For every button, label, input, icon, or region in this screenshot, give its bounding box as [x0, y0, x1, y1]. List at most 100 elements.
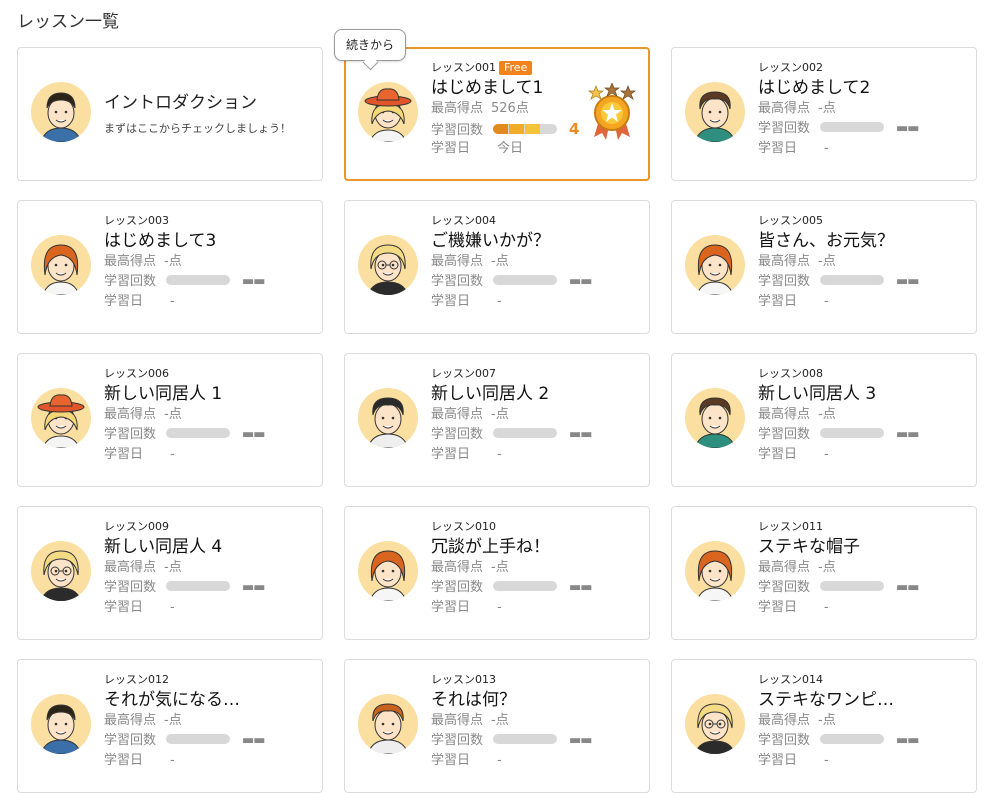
best-score-value: -点 [164, 713, 182, 728]
study-date-row: 学習日 - [104, 292, 314, 312]
study-date-row: 学習日 - [104, 751, 314, 771]
study-progress-bar [166, 581, 230, 591]
lesson-card[interactable]: レッスン014 ステキなワンピ… 最高得点 -点 学習回数 ▬▬ 学習日 - [671, 659, 977, 793]
lesson-number-line: レッスン008 [758, 367, 968, 381]
intro-card[interactable]: イントロダクションまずはここからチェックしましょう！ [17, 47, 323, 181]
progress-segment [493, 124, 508, 134]
lesson-title: ステキなワンピ… [758, 690, 894, 710]
lesson-number-line: レッスン011 [758, 520, 968, 534]
character-avatar [31, 541, 91, 601]
best-score-value: -点 [818, 254, 836, 269]
best-score-value: -点 [491, 254, 509, 269]
lesson-number-line: レッスン012 [104, 673, 314, 687]
study-date-label: 学習日 [431, 294, 471, 309]
lesson-number: レッスン005 [758, 214, 823, 227]
lesson-card[interactable]: レッスン011 ステキな帽子 最高得点 -点 学習回数 ▬▬ 学習日 - [671, 506, 977, 640]
study-date-row: 学習日 - [758, 445, 968, 465]
lesson-card[interactable]: レッスン010 冗談が上手ね！ 最高得点 -点 学習回数 ▬▬ 学習日 - [344, 506, 650, 640]
study-count-label: 学習回数 [758, 733, 811, 748]
lesson-number-line: レッスン002 [758, 61, 968, 75]
best-score-label: 最高得点 [104, 560, 157, 575]
lesson-card[interactable]: レッスン008 新しい同居人 3 最高得点 -点 学習回数 ▬▬ 学習日 - [671, 353, 977, 487]
study-count-label: 学習回数 [431, 123, 484, 138]
best-score-row: 最高得点 -点 [758, 405, 968, 425]
study-date-label: 学習日 [758, 600, 798, 615]
study-count-empty: ▬▬ [242, 427, 266, 442]
lesson-card[interactable]: レッスン013 それは何？ 最高得点 -点 学習回数 ▬▬ 学習日 - [344, 659, 650, 793]
lesson-card[interactable]: レッスン006 新しい同居人 1 最高得点 -点 学習回数 ▬▬ 学習日 - [17, 353, 323, 487]
study-count-row: 学習回数 ▬▬ [758, 119, 968, 139]
study-count-empty: ▬▬ [242, 580, 266, 595]
study-date-value: - [497, 600, 502, 615]
study-date-label: 学習日 [431, 753, 471, 768]
lesson-card[interactable]: レッスン002 はじめまして2 最高得点 -点 学習回数 ▬▬ 学習日 - [671, 47, 977, 181]
best-score-row: 最高得点 -点 [758, 558, 968, 578]
study-date-value: - [497, 753, 502, 768]
lesson-title: 新しい同居人 4 [104, 537, 223, 557]
page-title: レッスン一覧 [17, 12, 119, 32]
lesson-title: はじめまして3 [104, 231, 217, 251]
best-score-value: -点 [164, 560, 182, 575]
study-date-value: - [170, 447, 175, 462]
study-progress-bar [166, 275, 230, 285]
intro-subtitle: まずはここからチェックしましょう！ [104, 122, 291, 135]
best-score-value: -点 [491, 713, 509, 728]
study-count-label: 学習回数 [104, 733, 157, 748]
lesson-card[interactable]: レッスン001 Free はじめまして1 最高得点 526点 学習回数 4 学習日 今日 [344, 47, 650, 181]
lesson-number: レッスン008 [758, 367, 823, 380]
study-count-empty: ▬▬ [896, 121, 920, 136]
resume-tooltip[interactable]: 続きから [334, 29, 406, 61]
character-avatar [685, 541, 745, 601]
study-date-row: 学習日 - [104, 445, 314, 465]
study-date-value: 今日 [497, 141, 524, 156]
character-avatar [685, 694, 745, 754]
best-score-row: 最高得点 -点 [758, 252, 968, 272]
best-score-label: 最高得点 [758, 560, 811, 575]
character-avatar [31, 388, 91, 448]
lesson-info: レッスン002 はじめまして2 最高得点 -点 学習回数 ▬▬ 学習日 - [758, 61, 968, 159]
lesson-card[interactable]: レッスン007 新しい同居人 2 最高得点 -点 学習回数 ▬▬ 学習日 - [344, 353, 650, 487]
lesson-info: レッスン013 それは何？ 最高得点 -点 学習回数 ▬▬ 学習日 - [431, 673, 641, 771]
study-date-label: 学習日 [104, 753, 144, 768]
study-date-label: 学習日 [431, 600, 471, 615]
study-date-value: - [497, 294, 502, 309]
study-progress-bar [820, 275, 884, 285]
study-count-label: 学習回数 [104, 427, 157, 442]
study-date-label: 学習日 [104, 294, 144, 309]
study-date-value: - [170, 294, 175, 309]
lesson-number: レッスン003 [104, 214, 169, 227]
study-date-label: 学習日 [431, 141, 471, 156]
study-date-row: 学習日 - [758, 292, 968, 312]
intro-title: イントロダクション [104, 93, 257, 113]
lesson-card[interactable]: レッスン003 はじめまして3 最高得点 -点 学習回数 ▬▬ 学習日 - [17, 200, 323, 334]
best-score-label: 最高得点 [431, 713, 484, 728]
lesson-number: レッスン011 [758, 520, 823, 533]
study-progress-bar [493, 275, 557, 285]
best-score-label: 最高得点 [104, 254, 157, 269]
lesson-title: ステキな帽子 [758, 537, 860, 557]
best-score-row: 最高得点 -点 [758, 99, 968, 119]
best-score-value: -点 [491, 560, 509, 575]
lesson-card[interactable]: レッスン004 ご機嫌いかが？ 最高得点 -点 学習回数 ▬▬ 学習日 - [344, 200, 650, 334]
study-date-value: - [170, 600, 175, 615]
lesson-number: レッスン012 [104, 673, 169, 686]
progress-segment [525, 124, 540, 134]
lesson-card[interactable]: レッスン005 皆さん、お元気？ 最高得点 -点 学習回数 ▬▬ 学習日 - [671, 200, 977, 334]
study-count-row: 学習回数 ▬▬ [431, 578, 641, 598]
study-count-label: 学習回数 [431, 274, 484, 289]
character-avatar [358, 235, 418, 295]
study-date-row: 学習日 - [104, 598, 314, 618]
study-progress-bar [493, 734, 557, 744]
study-progress-bar [166, 428, 230, 438]
best-score-label: 最高得点 [758, 101, 811, 116]
study-date-label: 学習日 [758, 447, 798, 462]
study-count-label: 学習回数 [758, 580, 811, 595]
lesson-card[interactable]: レッスン009 新しい同居人 4 最高得点 -点 学習回数 ▬▬ 学習日 - [17, 506, 323, 640]
lesson-card[interactable]: レッスン012 それが気になる… 最高得点 -点 学習回数 ▬▬ 学習日 - [17, 659, 323, 793]
lesson-title: 皆さん、お元気？ [758, 231, 894, 251]
lesson-number: レッスン007 [431, 367, 496, 380]
study-date-row: 学習日 - [758, 598, 968, 618]
character-avatar [685, 388, 745, 448]
best-score-label: 最高得点 [431, 101, 484, 116]
study-count-label: 学習回数 [431, 733, 484, 748]
